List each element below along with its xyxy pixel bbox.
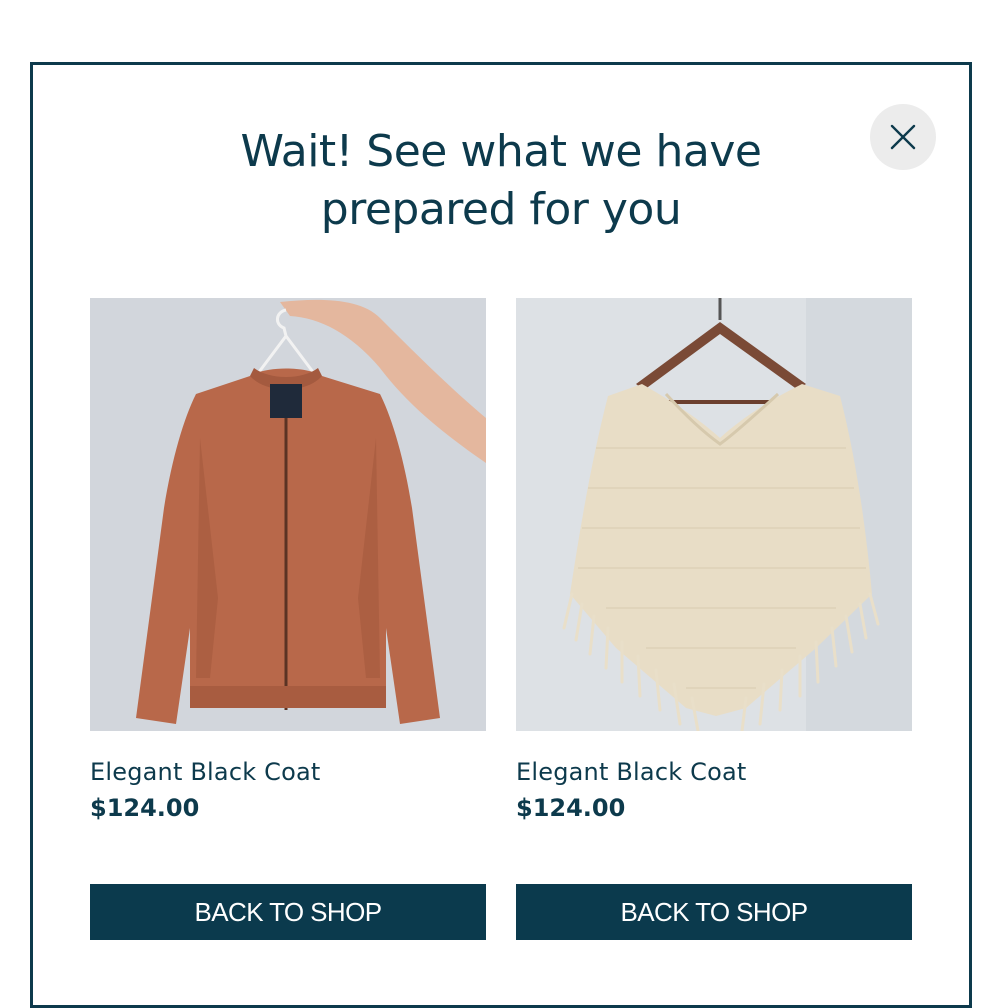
popup-title-line-1: Wait! See what we have	[240, 126, 762, 177]
popup-title-line-2: prepared for you	[320, 184, 682, 235]
popup-title: Wait! See what we have prepared for you	[33, 123, 969, 239]
product-card: Elegant Black Coat $124.00 BACK TO SHOP	[516, 298, 912, 940]
product-name[interactable]: Elegant Black Coat	[90, 758, 321, 786]
back-to-shop-button[interactable]: BACK TO SHOP	[90, 884, 486, 940]
product-name[interactable]: Elegant Black Coat	[516, 758, 747, 786]
product-price: $124.00	[516, 794, 626, 822]
product-image-jacket[interactable]	[90, 298, 486, 731]
product-card: Elegant Black Coat $124.00 BACK TO SHOP	[90, 298, 486, 940]
back-to-shop-button[interactable]: BACK TO SHOP	[516, 884, 912, 940]
product-image-poncho[interactable]	[516, 298, 912, 731]
product-price: $124.00	[90, 794, 200, 822]
popup-modal: Wait! See what we have prepared for you	[30, 62, 972, 1008]
